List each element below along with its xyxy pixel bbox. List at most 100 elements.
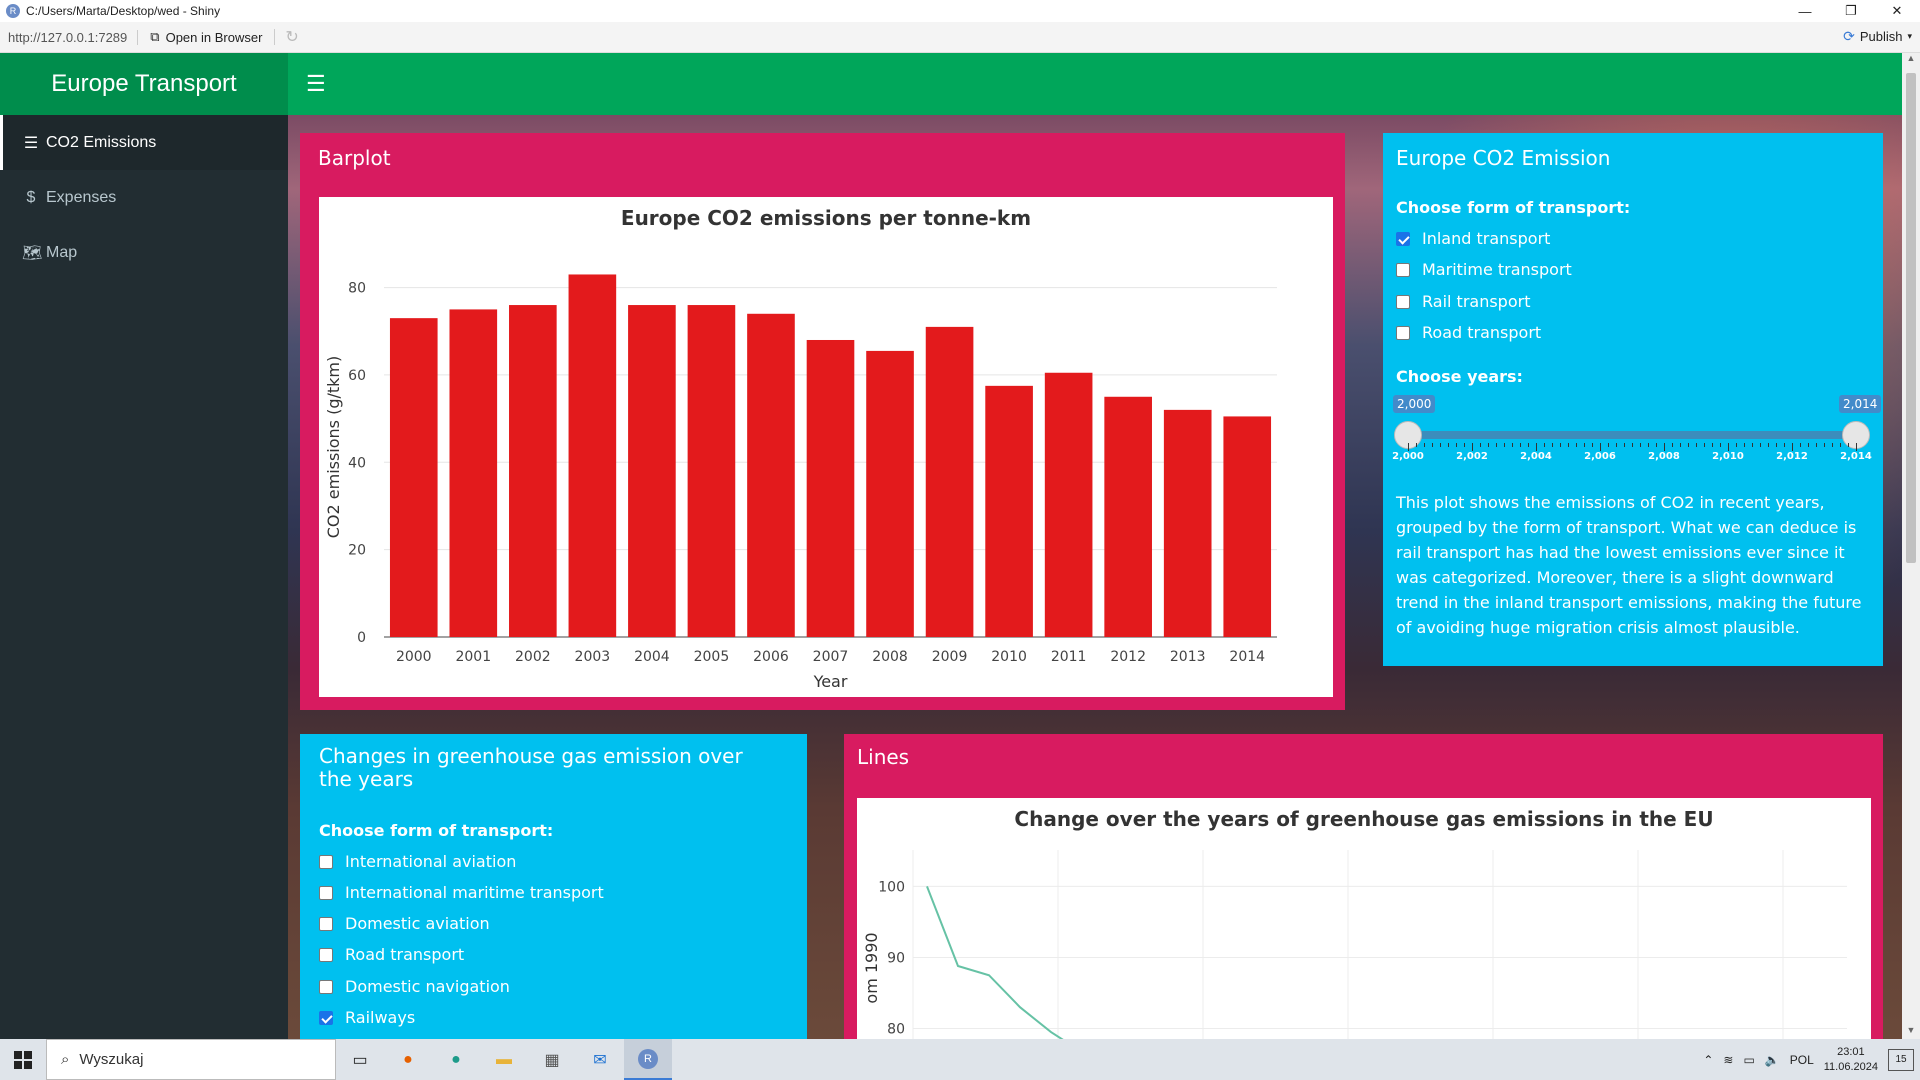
checkbox-international-maritime-transport[interactable]: International maritime transport (319, 883, 604, 902)
year-range-slider[interactable]: 2,000 2,014 2,000 2,002 2,004 2,006 2,008 2,0… (1392, 395, 1882, 465)
slider-tick (1640, 443, 1641, 447)
x-tick-label: 2011 (1051, 649, 1087, 665)
slider-tick (1728, 443, 1729, 451)
checkbox-box[interactable] (1396, 294, 1410, 309)
sidebar: ☰ CO2 Emissions $ Expenses 🗺 Map (0, 115, 288, 1039)
sidebar-item-expenses[interactable]: $ Expenses (0, 170, 288, 225)
slider-tick (1816, 443, 1817, 447)
bar (747, 313, 795, 637)
slider-from-value: 2,000 (1393, 395, 1436, 413)
slider-tick (1824, 443, 1825, 447)
slider-track[interactable] (1408, 431, 1856, 439)
app-header: Europe Transport ☰ (0, 53, 1902, 115)
checkbox-label: Maritime transport (1422, 260, 1572, 279)
checkbox-road-transport[interactable]: Road transport (1396, 323, 1541, 342)
checkbox-box[interactable] (319, 1010, 333, 1025)
slider-tick (1456, 443, 1457, 447)
checkbox-domestic-navigation[interactable]: Domestic navigation (319, 977, 510, 996)
checkbox-box[interactable] (319, 916, 333, 931)
rstudio-icon: R (6, 4, 20, 18)
scroll-up-icon[interactable]: ▲ (1902, 53, 1920, 67)
scrollbar-thumb[interactable] (1906, 73, 1916, 563)
slider-tick (1504, 443, 1505, 447)
checkbox-box[interactable] (1396, 325, 1410, 340)
checkbox-box[interactable] (319, 885, 333, 900)
checkbox-box[interactable] (319, 979, 333, 994)
slider-tick (1600, 443, 1601, 451)
viewer-toolbar: http://127.0.0.1:7289 ⧉ Open in Browser … (0, 22, 1920, 53)
slider-tick (1472, 443, 1473, 451)
publish-label: Publish (1859, 29, 1903, 44)
chevron-down-icon: ▾ (1907, 31, 1912, 41)
network-icon[interactable]: ≋ (1723, 1053, 1733, 1067)
slider-tick (1808, 443, 1809, 447)
checkbox-inland-transport[interactable]: Inland transport (1396, 229, 1550, 248)
y-tick-label: 40 (348, 455, 366, 471)
x-tick-label: 2003 (575, 649, 611, 665)
app-brand[interactable]: Europe Transport (0, 53, 288, 115)
close-button[interactable]: ✕ (1874, 0, 1920, 22)
y-tick-label: 100 (878, 879, 905, 895)
sidebar-item-co2-emissions[interactable]: ☰ CO2 Emissions (0, 115, 288, 170)
store-icon[interactable]: ▦ (528, 1039, 576, 1080)
checkbox-international-aviation[interactable]: International aviation (319, 852, 516, 871)
co2-description: This plot shows the emissions of CO2 in … (1396, 493, 1862, 637)
notification-center-icon[interactable]: 15 (1888, 1048, 1914, 1071)
windows-taskbar: ⌕ Wyszukaj ▭ ● ● ▬ ▦ ✉ R ⌃ ≋ ▭ 🔈 POL 23:… (0, 1039, 1920, 1080)
open-in-browser-label: Open in Browser (165, 29, 263, 45)
language-indicator[interactable]: POL (1790, 1053, 1814, 1067)
checkbox-box[interactable] (1396, 262, 1410, 277)
open-in-browser-button[interactable]: ⧉ Open in Browser (150, 29, 276, 45)
checkbox-box[interactable] (1396, 231, 1410, 246)
url-display[interactable]: http://127.0.0.1:7289 (8, 29, 139, 45)
slider-tick (1736, 443, 1737, 447)
volume-icon[interactable]: 🔈 (1765, 1053, 1780, 1067)
slider-tick (1592, 443, 1593, 447)
firefox-icon[interactable]: ● (384, 1039, 432, 1080)
hamburger-icon[interactable]: ☰ (306, 53, 326, 115)
windows-start-button[interactable] (0, 1039, 46, 1080)
checkbox-box[interactable] (319, 854, 333, 869)
x-tick-label: 2000 (396, 649, 432, 665)
checkbox-domestic-aviation[interactable]: Domestic aviation (319, 914, 490, 933)
ghg-box-title: Changes in greenhouse gas emission over … (319, 744, 743, 791)
page-scrollbar[interactable]: ▲ ▼ (1902, 53, 1920, 1039)
bar (806, 339, 855, 637)
publish-button[interactable]: ⟳ Publish ▾ (1843, 28, 1912, 45)
x-tick-label: 2004 (634, 649, 670, 665)
slider-tick (1776, 443, 1777, 447)
map-icon: 🗺 (22, 244, 43, 262)
publish-icon: ⟳ (1843, 28, 1855, 44)
refresh-icon[interactable]: ↻ (285, 27, 298, 47)
bar (509, 305, 557, 637)
scroll-down-icon[interactable]: ▼ (1902, 1025, 1920, 1039)
task-view-icon[interactable]: ▭ (336, 1039, 384, 1080)
mail-icon[interactable]: ✉ (576, 1039, 624, 1080)
file-explorer-icon[interactable]: ▬ (480, 1039, 528, 1080)
checkbox-maritime-transport[interactable]: Maritime transport (1396, 260, 1572, 279)
bar (568, 274, 617, 637)
edge-icon[interactable]: ● (432, 1039, 480, 1080)
checkbox-rail-transport[interactable]: Rail transport (1396, 292, 1530, 311)
battery-icon[interactable]: ▭ (1743, 1053, 1754, 1067)
slider-tick (1512, 443, 1513, 447)
taskbar-search[interactable]: ⌕ Wyszukaj (46, 1039, 336, 1080)
checkbox-label: Inland transport (1422, 229, 1551, 248)
checkbox-box[interactable] (319, 947, 333, 962)
checkbox-railways[interactable]: Railways (319, 1008, 415, 1027)
chevron-up-icon[interactable]: ⌃ (1703, 1053, 1713, 1067)
restore-button[interactable]: ❐ (1828, 0, 1874, 22)
slider-tick (1800, 443, 1801, 447)
slider-tick (1696, 443, 1697, 447)
y-tick-label: 90 (887, 950, 905, 966)
checkbox-road-transport-ghg[interactable]: Road transport (319, 945, 464, 964)
slider-tick (1608, 443, 1609, 447)
sidebar-item-map[interactable]: 🗺 Map (0, 225, 288, 280)
slider-tick (1480, 443, 1481, 447)
rstudio-taskbar-icon[interactable]: R (624, 1039, 672, 1080)
clock[interactable]: 23:01 11.06.2024 (1824, 1045, 1878, 1075)
browser-icon: ⧉ (150, 29, 160, 44)
x-tick-label: 2002 (515, 649, 551, 665)
slider-tick-label: 2,006 (1584, 451, 1616, 462)
minimize-button[interactable]: — (1782, 0, 1828, 22)
